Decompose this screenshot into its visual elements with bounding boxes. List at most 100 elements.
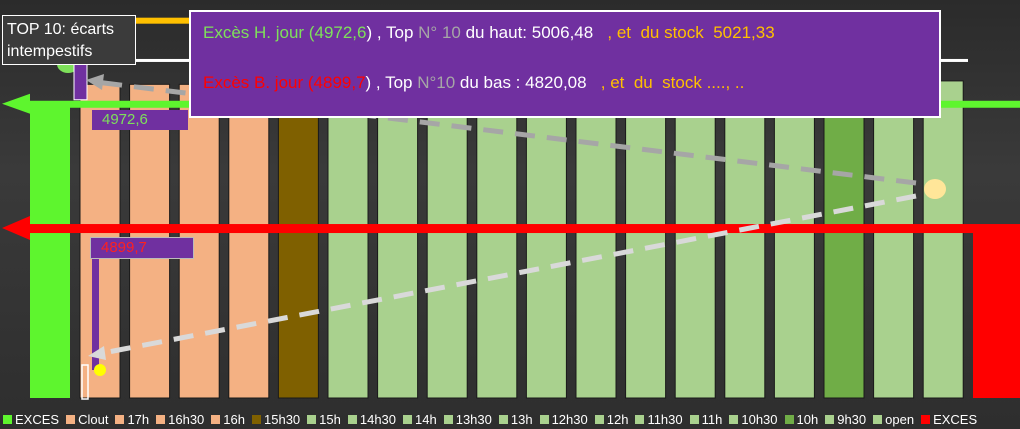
legend-item: 10h	[782, 412, 819, 427]
legend-swatch	[156, 415, 166, 424]
exces-high-arrow	[2, 93, 30, 114]
legend-swatch	[729, 415, 739, 424]
legend-swatch	[825, 415, 835, 424]
legend-swatch	[921, 415, 931, 424]
legend-label: 9h30	[837, 412, 867, 427]
high-purple-bar	[73, 61, 88, 101]
legend-item: 16h	[208, 412, 245, 427]
bar-16h	[228, 83, 270, 399]
legend-item: 12h	[592, 412, 629, 427]
bar-exces-low	[973, 228, 1020, 398]
bar-13h	[525, 82, 567, 399]
legend-item: EXCES	[0, 412, 59, 427]
legend-item: Clout	[63, 412, 108, 427]
legend-swatch	[347, 415, 357, 424]
bar-exces-high	[30, 103, 70, 399]
info-low-part: ) , Top	[365, 73, 418, 92]
info-low-part: , et du stock ...., ..	[600, 73, 745, 92]
legend-swatch	[3, 415, 12, 424]
bar-14h30	[377, 82, 419, 399]
info-line-low: Excès B. jour (4899,7) , Top N°10 du bas…	[203, 73, 744, 93]
bar-10h30	[773, 82, 815, 399]
legend-item: 15h30	[249, 412, 300, 427]
legend-label: 11h30	[647, 412, 683, 427]
open-marker	[924, 179, 946, 199]
legend-label: 10h30	[741, 412, 778, 427]
legend-label: 12h	[606, 412, 629, 427]
info-high-part: N° 10	[418, 23, 461, 42]
top10-title: TOP 10: écarts intempestifs	[2, 15, 136, 65]
info-low-part: Excès B. jour (	[203, 73, 314, 92]
legend-swatch	[443, 415, 453, 424]
bar-9h30	[873, 82, 915, 399]
legend-item: 10h30	[726, 412, 778, 427]
info-high-part: 4972,6	[314, 23, 367, 42]
legend-label: EXCES	[933, 412, 978, 427]
label-exces-low: 4899,7	[90, 237, 194, 259]
bar-14h	[426, 82, 468, 399]
legend-swatch	[784, 415, 794, 424]
legend-label: 10h	[796, 412, 819, 427]
legend: EXCES Clout 17h 16h30 16h 15h30 15h 14h30 14h 13h…	[0, 410, 1020, 429]
legend-label: 13h	[510, 412, 533, 427]
legend-swatch	[539, 415, 549, 424]
bar-15h30	[277, 82, 319, 399]
legend-label: 16h30	[168, 412, 205, 427]
info-high-part: du haut: 5006,48	[460, 23, 608, 42]
legend-label: 16h	[223, 412, 245, 427]
stock-high-line	[136, 17, 192, 24]
bar-12h30	[575, 82, 617, 399]
legend-swatch	[635, 415, 645, 424]
legend-item: 13h	[496, 412, 533, 427]
legend-label: 13h30	[455, 412, 492, 427]
bar-12h	[625, 82, 667, 399]
legend-label: EXCES	[15, 412, 60, 427]
exces-low-arrow	[2, 216, 30, 241]
legend-item: 11h30	[632, 412, 683, 427]
info-box: Excès H. jour (4972,6) , Top N° 10 du ha…	[189, 10, 941, 118]
label-exces-high: 4972,6	[92, 110, 188, 130]
legend-label: 11h	[701, 412, 723, 427]
legend-swatch	[498, 415, 508, 424]
legend-label: 12h30	[551, 412, 588, 427]
legend-swatch	[403, 415, 413, 424]
legend-label: 14h30	[359, 412, 397, 427]
top-low-marker	[94, 364, 106, 376]
info-high-part: ) , Top	[366, 23, 419, 42]
bar-11h	[724, 82, 766, 399]
info-line-high: Excès H. jour (4972,6) , Top N° 10 du ha…	[203, 23, 775, 43]
legend-swatch	[689, 415, 699, 424]
legend-label: 14h	[415, 412, 437, 427]
legend-swatch	[307, 415, 317, 424]
legend-label: open	[885, 412, 915, 427]
legend-swatch	[594, 415, 604, 424]
legend-item: 16h30	[153, 412, 204, 427]
legend-label: 15h	[319, 412, 341, 427]
legend-label: Clout	[78, 412, 109, 427]
legend-item: 14h30	[345, 412, 396, 427]
legend-item: open	[870, 412, 914, 427]
info-high-part: Excès H. jour (	[203, 23, 315, 42]
exces-low-line	[26, 224, 1020, 234]
info-low-part: du bas : 4820,08	[455, 73, 601, 92]
legend-swatch	[252, 415, 261, 424]
legend-item: 13h30	[441, 412, 492, 427]
legend-label: 17h	[127, 412, 150, 427]
bar-10h	[823, 82, 865, 399]
legend-item: EXCES	[918, 412, 977, 427]
legend-label: 15h30	[264, 412, 301, 427]
legend-item: 17h	[112, 412, 149, 427]
legend-item: 12h30	[537, 412, 588, 427]
legend-swatch	[115, 415, 125, 424]
info-high-part: , et du stock 5021,33	[607, 23, 775, 42]
legend-swatch	[211, 415, 221, 424]
legend-swatch	[873, 415, 883, 424]
legend-item: 9h30	[822, 412, 866, 427]
legend-swatch	[66, 415, 76, 424]
legend-item: 15h	[304, 412, 341, 427]
bar-open	[922, 80, 964, 399]
legend-item: 14h	[400, 412, 437, 427]
info-low-part: N°10	[417, 73, 456, 92]
bar-15h	[327, 82, 369, 399]
legend-item: 11h	[687, 412, 723, 427]
